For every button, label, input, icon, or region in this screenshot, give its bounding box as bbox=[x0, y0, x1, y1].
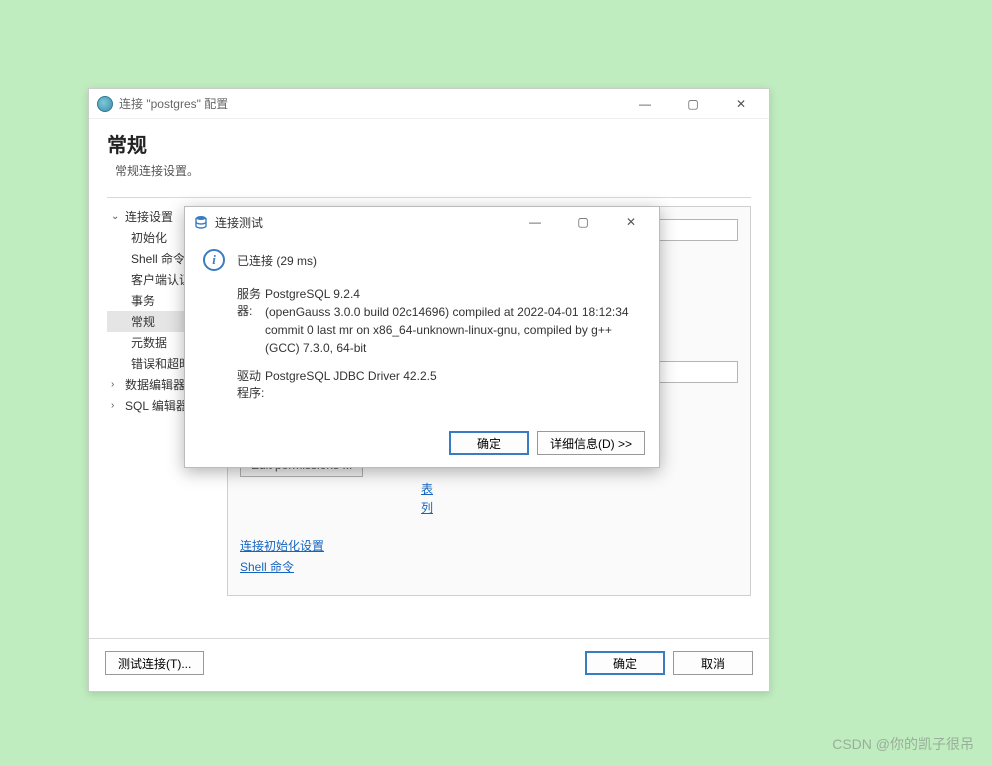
ok-button[interactable]: 确定 bbox=[585, 651, 665, 675]
driver-label: 驱动程序: bbox=[203, 367, 265, 401]
server-value: PostgreSQL 9.2.4 (openGauss 3.0.0 build … bbox=[265, 285, 641, 357]
page-header: 常规 常规连接设置。 bbox=[89, 119, 769, 193]
app-icon bbox=[97, 96, 113, 112]
cancel-button[interactable]: 取消 bbox=[673, 651, 753, 675]
chevron-right-icon: › bbox=[111, 400, 121, 411]
modal-title: 连接测试 bbox=[215, 214, 263, 231]
modal-body: i 已连接 (29 ms) 服务器: PostgreSQL 9.2.4 (ope… bbox=[185, 237, 659, 423]
window-title: 连接 "postgres" 配置 bbox=[119, 95, 228, 112]
modal-maximize-button[interactable]: ▢ bbox=[563, 210, 603, 234]
modal-ok-button[interactable]: 确定 bbox=[449, 431, 529, 455]
modal-minimize-button[interactable]: — bbox=[515, 210, 555, 234]
chevron-down-icon: ⌄ bbox=[111, 211, 121, 222]
server-row: 服务器: PostgreSQL 9.2.4 (openGauss 3.0.0 b… bbox=[203, 285, 641, 357]
links-block: 连接初始化设置 Shell 命令 bbox=[240, 537, 738, 579]
sidebar-root-label: 连接设置 bbox=[125, 208, 173, 225]
main-footer: 测试连接(T)... 确定 取消 bbox=[89, 638, 769, 691]
link-column[interactable]: 列 bbox=[421, 499, 433, 518]
modal-footer: 确定 详细信息(D) >> bbox=[449, 431, 645, 455]
page-subtitle: 常规连接设置。 bbox=[107, 162, 751, 187]
main-titlebar: 连接 "postgres" 配置 — ▢ ✕ bbox=[89, 89, 769, 119]
modal-close-button[interactable]: ✕ bbox=[611, 210, 651, 234]
driver-row: 驱动程序: PostgreSQL JDBC Driver 42.2.5 bbox=[203, 367, 641, 401]
modal-window-controls: — ▢ ✕ bbox=[515, 210, 651, 234]
status-row: i 已连接 (29 ms) bbox=[203, 249, 641, 271]
connection-test-dialog: 连接测试 — ▢ ✕ i 已连接 (29 ms) 服务器: PostgreSQL… bbox=[184, 206, 660, 468]
page-title: 常规 bbox=[107, 129, 751, 158]
database-icon bbox=[193, 214, 209, 230]
link-table[interactable]: 表 bbox=[421, 480, 433, 499]
footer-right-buttons: 确定 取消 bbox=[585, 651, 753, 675]
modal-details-button[interactable]: 详细信息(D) >> bbox=[537, 431, 645, 455]
server-label: 服务器: bbox=[203, 285, 265, 357]
mid-links: 表 列 bbox=[421, 480, 433, 518]
watermark: CSDN @你的凯子很吊 bbox=[832, 734, 974, 754]
modal-titlebar: 连接测试 — ▢ ✕ bbox=[185, 207, 659, 237]
link-shell-cmd[interactable]: Shell 命令 bbox=[240, 558, 294, 575]
window-controls: — ▢ ✕ bbox=[625, 92, 761, 116]
maximize-button[interactable]: ▢ bbox=[673, 92, 713, 116]
chevron-right-icon: › bbox=[111, 379, 121, 390]
driver-value: PostgreSQL JDBC Driver 42.2.5 bbox=[265, 367, 641, 401]
minimize-button[interactable]: — bbox=[625, 92, 665, 116]
status-text: 已连接 (29 ms) bbox=[237, 252, 317, 269]
close-button[interactable]: ✕ bbox=[721, 92, 761, 116]
link-init-settings[interactable]: 连接初始化设置 bbox=[240, 537, 324, 554]
test-connection-button[interactable]: 测试连接(T)... bbox=[105, 651, 204, 675]
info-icon: i bbox=[203, 249, 225, 271]
